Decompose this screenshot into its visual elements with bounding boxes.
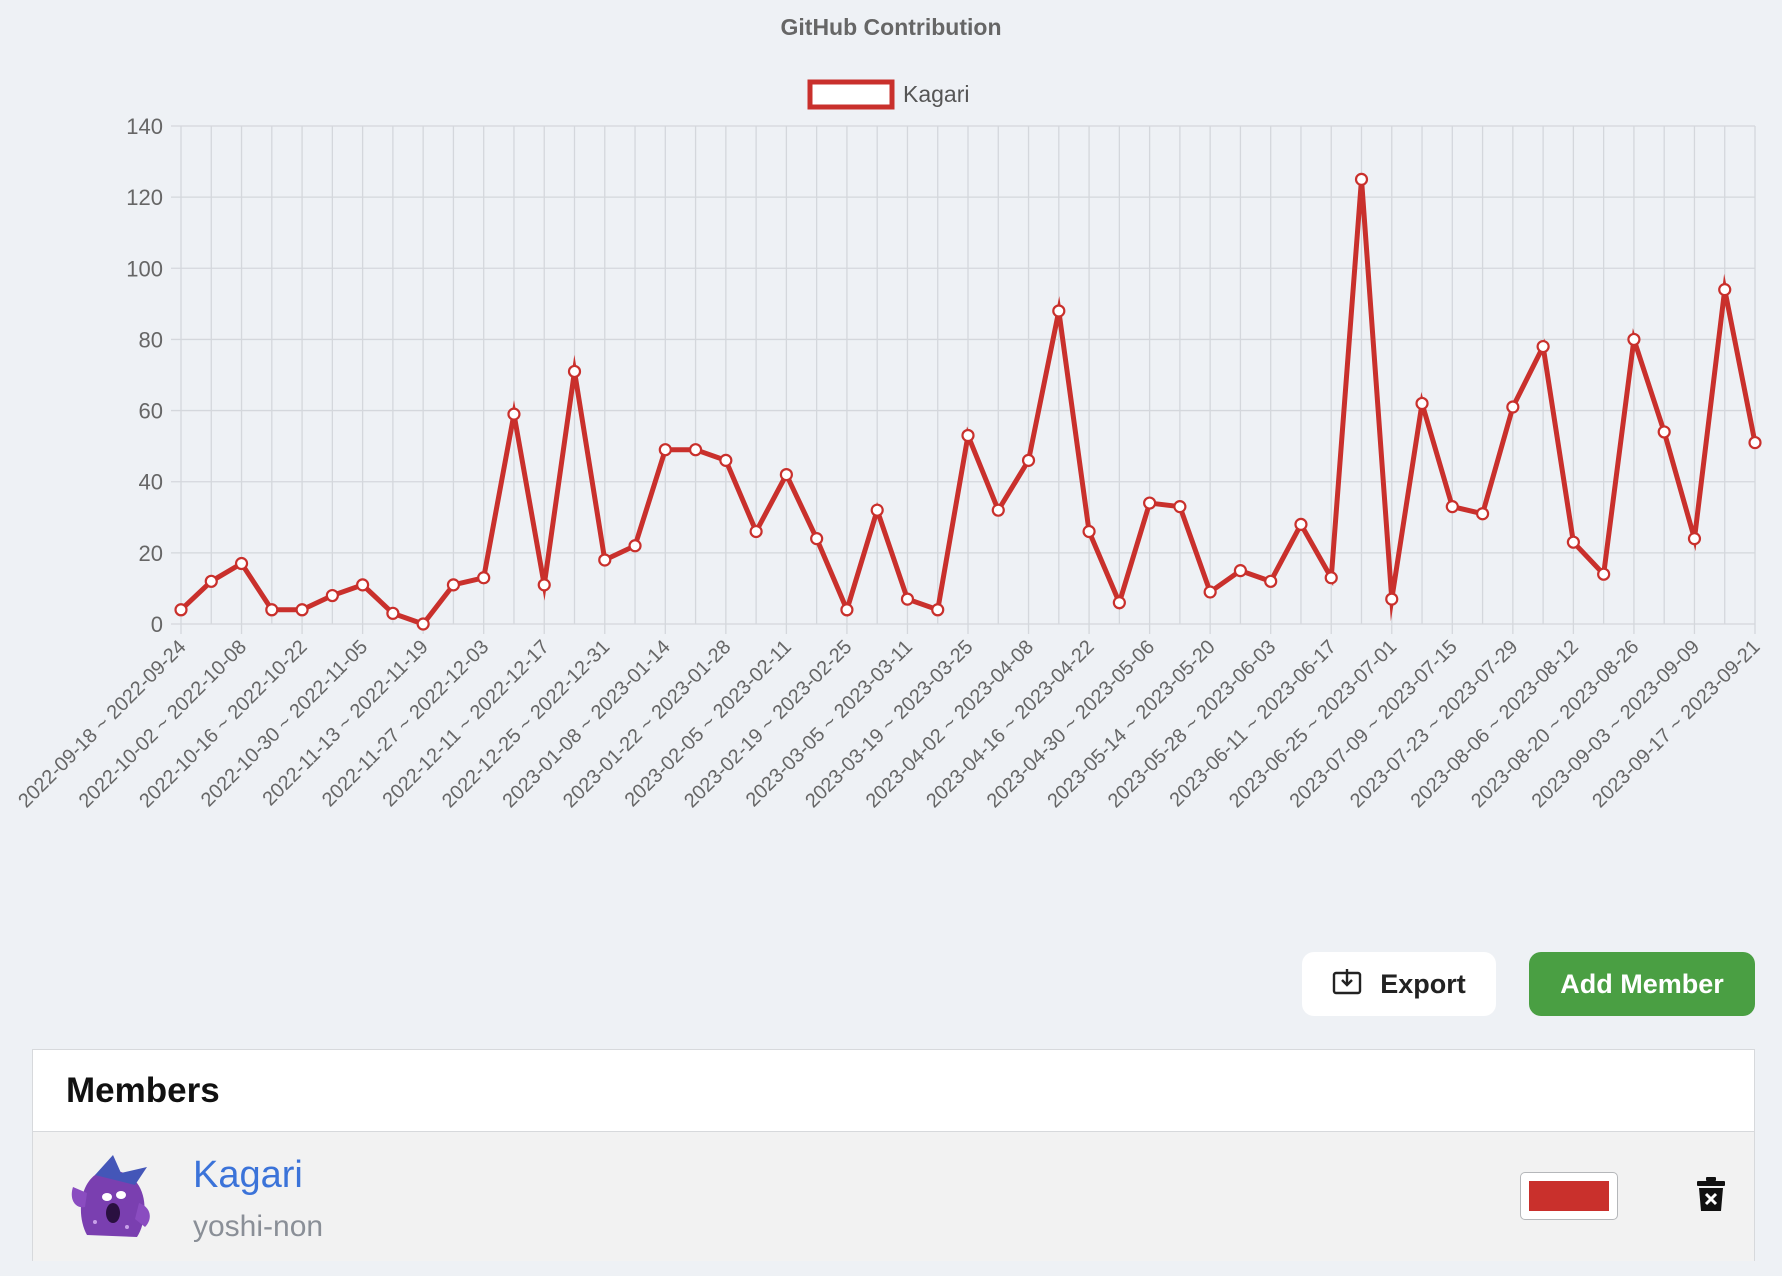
data-point [1233, 564, 1248, 578]
data-point [1536, 339, 1550, 354]
data-point [1021, 453, 1036, 467]
export-icon [1332, 967, 1362, 1002]
data-point [1294, 517, 1308, 532]
members-heading: Members [33, 1050, 1754, 1132]
data-point [1385, 592, 1399, 606]
export-button[interactable]: Export [1302, 952, 1496, 1016]
member-row: Kagari yoshi-non [33, 1132, 1754, 1261]
data-point [810, 532, 824, 546]
data-point [1082, 524, 1096, 539]
data-point [265, 603, 279, 617]
y-tick-label: 100 [126, 256, 163, 281]
data-point [477, 571, 491, 585]
y-tick-label: 80 [139, 327, 163, 352]
data-point [1718, 283, 1732, 297]
data-point [507, 407, 521, 421]
export-label: Export [1380, 968, 1466, 999]
data-point [1657, 425, 1671, 439]
data-point [386, 606, 400, 620]
data-point [1203, 585, 1217, 599]
chart-svg: GitHub Contribution Kagari 0 20 40 60 80 100 120… [14, 14, 1764, 812]
data-point [1687, 532, 1702, 546]
data-point [658, 443, 672, 457]
member-username: yoshi-non [193, 1210, 324, 1243]
data-point [1475, 507, 1490, 521]
data-point [446, 578, 461, 592]
y-tick-label: 120 [126, 185, 163, 210]
delete-member-button[interactable] [1688, 1172, 1734, 1218]
data-point [537, 578, 551, 592]
data-point [325, 588, 339, 603]
y-tick-label: 20 [139, 541, 163, 566]
data-point [961, 428, 975, 443]
data-point [598, 553, 612, 567]
y-tick-label: 60 [139, 399, 163, 424]
add-member-button[interactable]: Add Member [1529, 952, 1755, 1016]
legend-label: Kagari [903, 81, 969, 107]
data-point [295, 603, 309, 617]
data-point [870, 503, 884, 517]
data-point [1354, 172, 1369, 186]
color-swatch-fill [1529, 1181, 1609, 1211]
data-point [1566, 535, 1580, 549]
trash-icon [1696, 1176, 1726, 1215]
data-point [1143, 496, 1157, 510]
data-point [1627, 332, 1641, 347]
data-point [931, 603, 945, 617]
data-point [840, 603, 854, 617]
data-point [688, 443, 703, 457]
data-point [1748, 435, 1762, 450]
data-point [719, 453, 733, 467]
data-point [1506, 400, 1520, 414]
data-point [628, 539, 642, 553]
data-point [174, 603, 188, 617]
data-point [1445, 500, 1459, 514]
data-point [1597, 567, 1611, 581]
data-point [234, 556, 249, 571]
data-point [567, 364, 582, 379]
data-point [900, 592, 915, 606]
data-point [749, 524, 763, 539]
toolbar: Export Add Member [0, 952, 1782, 1016]
data-point [204, 574, 218, 588]
data-point [1052, 304, 1066, 318]
data-point [356, 578, 370, 592]
member-color-picker[interactable] [1520, 1172, 1618, 1220]
y-tick-label: 140 [126, 114, 163, 139]
chart-title: GitHub Contribution [781, 14, 1002, 40]
data-point [779, 468, 793, 482]
data-point [1324, 571, 1338, 585]
contribution-chart: GitHub Contribution Kagari 0 20 40 60 80 100 120… [0, 0, 1782, 900]
y-tick-label: 0 [151, 612, 163, 637]
data-point [416, 617, 430, 631]
y-tick-label: 40 [139, 470, 163, 495]
data-point [1264, 574, 1278, 588]
data-point [991, 503, 1005, 517]
data-point [1415, 396, 1429, 411]
avatar [65, 1147, 165, 1247]
data-point [1112, 596, 1126, 610]
legend-swatch [807, 79, 895, 110]
data-point [1173, 500, 1187, 514]
members-panel: Members Kagari yoshi-non [32, 1049, 1755, 1261]
member-name-link[interactable]: Kagari [193, 1154, 303, 1197]
